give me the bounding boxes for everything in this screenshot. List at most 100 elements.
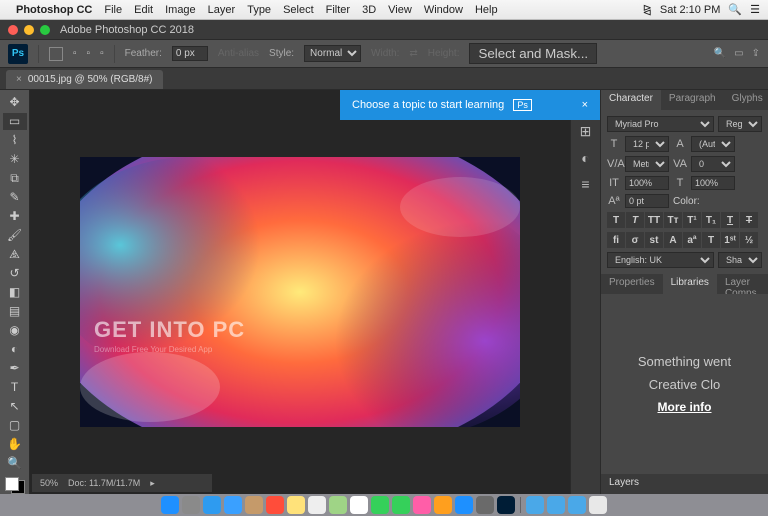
new-selection-icon[interactable]: ▫ xyxy=(73,48,77,59)
language-select[interactable]: English: UK xyxy=(607,252,714,268)
share-icon[interactable]: ⇪ xyxy=(752,48,760,59)
layers-panel-tab[interactable]: Layers xyxy=(601,474,768,494)
dock-safari[interactable] xyxy=(203,496,221,514)
document-tab[interactable]: × 00015.jpg @ 50% (RGB/8#) xyxy=(6,70,163,89)
foreground-color[interactable] xyxy=(5,477,19,491)
tool-eraser[interactable]: ◧ xyxy=(3,284,27,301)
tool-lasso[interactable]: ⌇ xyxy=(3,132,27,149)
app-name[interactable]: Photoshop CC xyxy=(16,4,92,16)
minimize-button[interactable] xyxy=(24,25,34,35)
tool-gradient[interactable]: ▤ xyxy=(3,302,27,319)
menu-filter[interactable]: Filter xyxy=(326,4,350,16)
workspace-icon[interactable]: ▭ xyxy=(734,48,743,59)
ps-home-icon[interactable]: Ps xyxy=(8,44,28,64)
dock-photoshop[interactable] xyxy=(497,496,515,514)
tool-rect[interactable]: ▢ xyxy=(3,416,27,433)
subtract-selection-icon[interactable]: ▫ xyxy=(100,48,104,59)
tool-crop[interactable]: ⧉ xyxy=(3,170,27,187)
tool-heal[interactable]: ✚ xyxy=(3,208,27,225)
clock[interactable]: Sat 2:10 PM xyxy=(660,4,721,16)
tool-pen[interactable]: ✒ xyxy=(3,359,27,376)
baseline-input[interactable] xyxy=(625,194,669,208)
hscale-input[interactable] xyxy=(691,176,735,190)
swash-button[interactable]: st xyxy=(645,232,663,248)
tab-libraries[interactable]: Libraries xyxy=(663,274,717,294)
spotlight-icon[interactable]: 🔍 xyxy=(728,3,742,16)
antialias-select[interactable]: Sharp xyxy=(718,252,762,268)
tool-move[interactable]: ✥ xyxy=(3,94,27,111)
smallcaps-button[interactable]: Tᴛ xyxy=(664,212,682,228)
dock-calendar[interactable] xyxy=(266,496,284,514)
tool-wand[interactable]: ✳ xyxy=(3,151,27,168)
add-selection-icon[interactable]: ▫ xyxy=(87,48,91,59)
tab-paragraph[interactable]: Paragraph xyxy=(661,90,724,110)
tool-type[interactable]: T xyxy=(3,378,27,395)
subscript-button[interactable]: T₁ xyxy=(702,212,720,228)
tool-dodge[interactable]: ◐ xyxy=(3,340,27,357)
swatches-icon[interactable]: ⊞ xyxy=(580,123,592,140)
tool-marquee[interactable]: ▭ xyxy=(3,113,27,130)
dock-folder1[interactable] xyxy=(526,496,544,514)
tool-history[interactable]: ↺ xyxy=(3,265,27,282)
dock-facetime[interactable] xyxy=(392,496,410,514)
tool-zoom[interactable]: 🔍 xyxy=(3,454,27,471)
titling-button[interactable]: A xyxy=(664,232,682,248)
tool-eyedrop[interactable]: ✎ xyxy=(3,189,27,206)
menu-file[interactable]: File xyxy=(104,4,122,16)
dock-notes[interactable] xyxy=(287,496,305,514)
menu-edit[interactable]: Edit xyxy=(134,4,153,16)
ligature-button[interactable]: fi xyxy=(607,232,625,248)
strike-button[interactable]: T xyxy=(740,212,758,228)
size-input[interactable]: 12 pt xyxy=(625,136,669,152)
caps-button[interactable]: TT xyxy=(645,212,663,228)
vscale-input[interactable] xyxy=(625,176,669,190)
contextual-button[interactable]: σ xyxy=(626,232,644,248)
font-select[interactable]: Myriad Pro xyxy=(607,116,714,132)
close-button[interactable] xyxy=(8,25,18,35)
dock-itunes[interactable] xyxy=(413,496,431,514)
tool-blur[interactable]: ◉ xyxy=(3,321,27,338)
zoom-level[interactable]: 50% xyxy=(40,478,58,488)
tool-stamp[interactable]: ⧌ xyxy=(3,246,27,263)
weight-select[interactable]: Regular xyxy=(718,116,762,132)
leading-input[interactable]: (Auto) xyxy=(691,136,735,152)
style-select[interactable]: Normal xyxy=(304,45,361,62)
search-icon[interactable]: 🔍 xyxy=(714,48,726,59)
fractions-button[interactable]: T xyxy=(702,232,720,248)
tool-brush[interactable]: 🖌 xyxy=(3,227,27,244)
menu-help[interactable]: Help xyxy=(475,4,498,16)
dock-preferences[interactable] xyxy=(476,496,494,514)
ordinals-button[interactable]: aª xyxy=(683,232,701,248)
menu-image[interactable]: Image xyxy=(165,4,196,16)
dock-folder3[interactable] xyxy=(568,496,586,514)
libraries-link[interactable]: More info xyxy=(658,400,712,414)
color-swatch[interactable] xyxy=(5,477,25,494)
status-arrow-icon[interactable]: ▸ xyxy=(150,478,155,489)
wifi-icon[interactable]: ⧎ xyxy=(643,3,652,16)
select-mask-button[interactable]: Select and Mask... xyxy=(469,43,597,64)
close-tooltip-icon[interactable]: × xyxy=(582,99,588,111)
tracking-input[interactable]: 0 xyxy=(691,156,735,172)
menu-layer[interactable]: Layer xyxy=(208,4,236,16)
italic-button[interactable]: T xyxy=(626,212,644,228)
document-canvas[interactable]: GET INTO PC Download Free Your Desired A… xyxy=(80,157,520,427)
menu-3d[interactable]: 3D xyxy=(362,4,376,16)
tab-glyphs[interactable]: Glyphs xyxy=(724,90,768,110)
zoom-button[interactable] xyxy=(40,25,50,35)
dock-trash[interactable] xyxy=(589,496,607,514)
dock-mail[interactable] xyxy=(224,496,242,514)
dock-maps[interactable] xyxy=(329,496,347,514)
underline-button[interactable]: T xyxy=(721,212,739,228)
tab-layercomps[interactable]: Layer Comps xyxy=(717,274,768,294)
dock-finder[interactable] xyxy=(161,496,179,514)
marquee-shape-icon[interactable] xyxy=(49,47,63,61)
tool-path[interactable]: ↖ xyxy=(3,397,27,414)
kerning-input[interactable]: Metrics xyxy=(625,156,669,172)
close-tab-icon[interactable]: × xyxy=(16,74,22,85)
dock-reminders[interactable] xyxy=(308,496,326,514)
tool-hand[interactable]: ✋ xyxy=(3,435,27,452)
dock-photos[interactable] xyxy=(350,496,368,514)
dock-folder2[interactable] xyxy=(547,496,565,514)
bold-button[interactable]: T xyxy=(607,212,625,228)
menu-view[interactable]: View xyxy=(388,4,412,16)
